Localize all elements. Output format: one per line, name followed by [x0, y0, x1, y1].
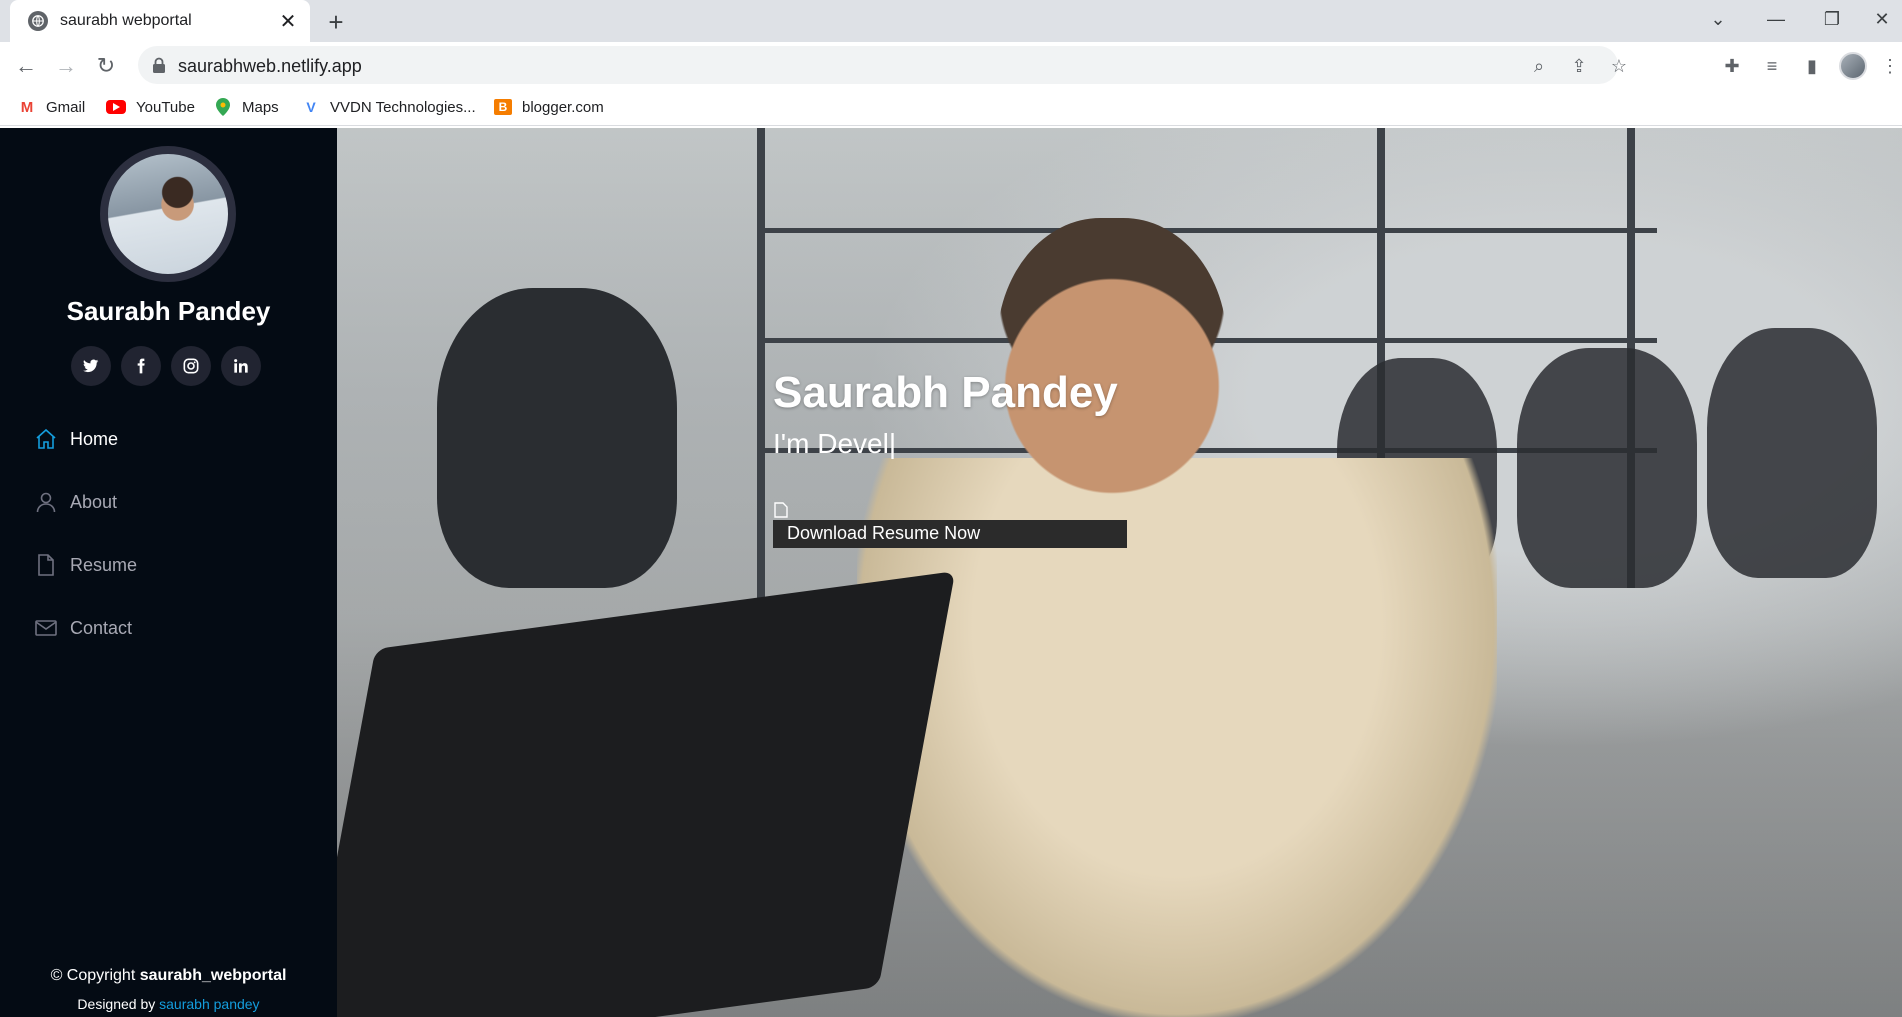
address-bar[interactable]: saurabhweb.netlify.app ⌕ ⇪ ☆	[138, 46, 1627, 84]
new-tab-button[interactable]: +	[322, 7, 350, 37]
hero-typed-subtitle: I'm Devel|	[773, 428, 897, 459]
bookmarks-bar: M Gmail YouTube Maps V VVDN Technologies…	[0, 88, 1902, 126]
window-close-icon[interactable]: ✕	[1862, 0, 1902, 38]
restore-icon[interactable]: ❐	[1808, 0, 1856, 38]
bookmark-gmail[interactable]: M Gmail	[18, 96, 85, 118]
file-icon	[38, 554, 54, 576]
back-icon[interactable]: ←	[10, 50, 42, 82]
chair	[437, 288, 677, 588]
hero-title: Saurabh Pandey	[773, 368, 1118, 417]
bookmark-blogger[interactable]: B blogger.com	[494, 96, 604, 118]
blogger-icon: B	[494, 99, 512, 115]
copyright-name: saurabh_webportal	[139, 967, 287, 984]
designed-by-line: Designed by saurabh pandey	[77, 996, 260, 1012]
download-resume-button[interactable]: Download Resume Now	[773, 520, 1127, 548]
browser-tab[interactable]: saurabh webportal ✕	[10, 0, 310, 42]
bookmark-youtube[interactable]: YouTube	[106, 96, 195, 118]
browser-tabstrip: saurabh webportal ✕ + ⌄ — ❐ ✕	[0, 0, 1902, 42]
media-icon[interactable]: ≡	[1760, 54, 1784, 78]
vvdn-icon: V	[306, 99, 316, 115]
youtube-icon	[106, 100, 126, 114]
lock-icon	[153, 57, 165, 73]
document-icon	[774, 502, 788, 518]
hero-section: Saurabh Pandey I'm Devel| Download Resum…	[337, 128, 1902, 1017]
laptop	[337, 571, 956, 1017]
envelope-icon	[35, 620, 57, 636]
shelf-bar	[757, 228, 1657, 233]
maps-icon	[214, 98, 232, 116]
social-links	[71, 346, 261, 386]
share-icon[interactable]: ⇪	[1568, 55, 1590, 77]
gmail-icon: M	[20, 98, 34, 116]
globe-icon	[28, 11, 48, 31]
person-icon	[36, 492, 56, 513]
copyright-line: © Copyright saurabh_webportal	[50, 967, 287, 984]
star-icon[interactable]: ☆	[1608, 55, 1630, 77]
tab-search-icon[interactable]: ⌄	[1694, 0, 1742, 38]
facebook-icon[interactable]	[121, 346, 161, 386]
tab-title: saurabh webportal	[60, 12, 192, 29]
sidebar: Saurabh Pandey Home About Resume Contact…	[0, 128, 337, 1017]
tab-close-icon[interactable]: ✕	[278, 9, 298, 34]
extensions-icon[interactable]: ✚	[1720, 54, 1744, 78]
person-head	[997, 218, 1227, 498]
designer-link[interactable]: saurabh pandey	[159, 996, 259, 1012]
browser-toolbar: ← → ↻ saurabhweb.netlify.app ⌕ ⇪ ☆ ✚ ≡ ▮…	[0, 42, 1902, 88]
nav-about[interactable]: About	[34, 487, 137, 517]
bookmark-vvdn[interactable]: V VVDN Technologies...	[302, 96, 475, 118]
sidebar-nav: Home About Resume Contact	[34, 424, 137, 676]
reload-icon[interactable]: ↻	[90, 50, 122, 82]
zoom-icon[interactable]: ⌕	[1528, 55, 1550, 77]
twitter-icon[interactable]	[71, 346, 111, 386]
profile-photo	[100, 146, 236, 282]
shelf-post	[757, 128, 765, 648]
nav-contact[interactable]: Contact	[34, 613, 137, 643]
home-icon	[36, 428, 56, 449]
side-panel-icon[interactable]: ▮	[1800, 54, 1824, 78]
instagram-icon[interactable]	[171, 346, 211, 386]
menu-icon[interactable]: ⋮	[1878, 54, 1902, 78]
bookmark-maps[interactable]: Maps	[214, 96, 279, 118]
nav-resume[interactable]: Resume	[34, 550, 137, 580]
forward-icon[interactable]: →	[50, 50, 82, 82]
page-content: Saurabh Pandey Home About Resume Contact…	[0, 128, 1902, 1017]
chair	[1517, 348, 1697, 588]
sidebar-footer: © Copyright saurabh_webportal Designed b…	[0, 962, 337, 1017]
nav-home[interactable]: Home	[34, 424, 137, 454]
linkedin-icon[interactable]	[221, 346, 261, 386]
chair	[1707, 328, 1877, 578]
url-text: saurabhweb.netlify.app	[178, 56, 362, 76]
profile-avatar[interactable]	[1839, 52, 1867, 80]
minimize-icon[interactable]: —	[1752, 0, 1800, 38]
sidebar-name: Saurabh Pandey	[66, 296, 271, 326]
